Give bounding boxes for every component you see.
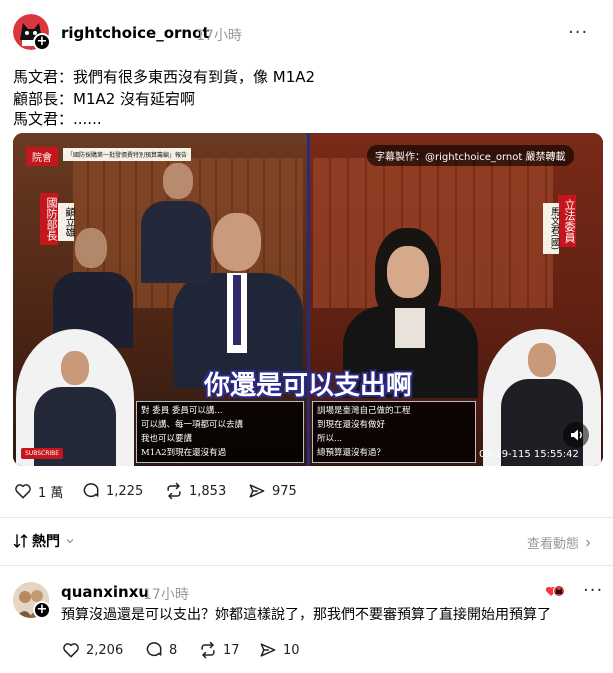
reply-comment-button[interactable]: 8 [144, 640, 177, 660]
caption-right-line: 到現在還沒有做好 [317, 420, 386, 430]
heart-icon [15, 484, 31, 499]
share-count: 975 [272, 483, 297, 499]
comment-icon [146, 642, 162, 657]
repost-button[interactable]: 1,853 [164, 481, 226, 501]
heart-icon [63, 643, 79, 658]
repost-icon [167, 482, 181, 500]
reply-comment-count: 8 [169, 642, 178, 658]
repost-icon [201, 641, 215, 659]
speaker-right-name: 馬文君(國) [543, 203, 559, 255]
video-split-line [307, 133, 310, 466]
video-timestamp: 05-19-115 15:55:42 [479, 449, 579, 460]
comment-count: 1,225 [106, 483, 144, 499]
subscribe-badge: SUBSCRIBE [21, 448, 64, 459]
speaker-left-title: 國防部長 [40, 193, 58, 245]
like-count: 1 萬 [38, 485, 64, 501]
mute-button[interactable] [563, 422, 589, 448]
sort-icon [13, 534, 28, 548]
reply-share-count: 10 [283, 642, 300, 658]
reply-username[interactable]: quanxinxu [61, 583, 149, 601]
caption-box-left: 對 委員 委員可以講... 可以講、每一項都可以去講 我也可以要講 M1A2到現… [136, 401, 304, 463]
speaker-left-name: 顧立雄 [58, 203, 74, 241]
post-time[interactable]: 17小時 [196, 25, 242, 45]
reply-share-button[interactable]: 10 [258, 640, 300, 660]
follow-plus-icon[interactable]: + [33, 601, 51, 619]
caption-left-line: 對 委員 委員可以講... [141, 406, 223, 416]
view-activity-link[interactable]: 查看動態 [527, 533, 594, 552]
send-icon [260, 643, 276, 657]
video-subtitle: 你還是可以支出啊 [203, 371, 412, 401]
share-button[interactable]: 975 [247, 481, 297, 501]
caption-box-right: 訓場是臺灣自己做的工程 到現在還沒有做好 所以... 總預算還沒有過？ [312, 401, 476, 463]
comment-button[interactable]: 1,225 [81, 481, 143, 501]
sort-dropdown[interactable]: 熱門 [13, 531, 76, 551]
author-liked-badge [545, 583, 565, 597]
repost-count: 1,853 [189, 483, 227, 499]
caption-left-line: M1A2到現在還沒有過 [141, 448, 227, 458]
send-icon [249, 484, 265, 498]
liked-heart-icon [545, 585, 565, 597]
background-person [141, 163, 211, 283]
view-activity-label: 查看動態 [527, 537, 580, 552]
session-tag: 院會 [26, 147, 58, 166]
post-text-line-2: 顧部長：M1A2 沒有延宕啊 [13, 90, 196, 108]
watermark: 字幕製作：@rightchoice_ornot 嚴禁轉載 [367, 145, 574, 166]
speaker-icon [571, 429, 582, 441]
reply-repost-count: 17 [223, 642, 240, 658]
post-text-line-1: 馬文君：我們有很多東西沒有到貨，像 M1A2 [13, 68, 316, 86]
caption-right-line: 訓場是臺灣自己做的工程 [317, 406, 411, 416]
chevron-down-icon [66, 539, 74, 544]
reply-like-count: 2,206 [86, 642, 124, 658]
reply-text: 預算沒過還是可以支出？妳都這樣說了，那我們不要審預算了直接開始用預算了 [61, 607, 551, 623]
more-options-icon[interactable]: ··· [568, 22, 588, 43]
comment-icon [83, 483, 99, 498]
sort-label: 熱門 [32, 534, 60, 550]
follow-plus-icon[interactable]: + [33, 33, 51, 51]
reply-time[interactable]: 17小時 [143, 584, 189, 604]
post-username[interactable]: rightchoice_ornot [61, 24, 210, 42]
divider [0, 565, 613, 566]
caption-left-line: 可以講、每一項都可以去講 [141, 420, 244, 430]
caption-right-line: 總預算還沒有過？ [317, 448, 386, 458]
caption-right-line: 所以... [317, 434, 343, 444]
post-video[interactable]: 院會 「國防採購第一批發價費特別預算籌編」報告 字幕製作：@rightchoic… [13, 133, 603, 466]
like-button[interactable]: 1 萬 [13, 481, 63, 501]
chevron-right-icon [586, 539, 591, 546]
post-text-line-3: 馬文君：...... [13, 110, 102, 128]
reply-repost-button[interactable]: 17 [198, 640, 240, 660]
speaker-right-title: 立法委員 [558, 195, 576, 247]
reply-like-button[interactable]: 2,206 [61, 640, 123, 660]
reply-more-options-icon[interactable]: ··· [583, 580, 603, 601]
topic-banner: 「國防採購第一批發價費特別預算籌編」報告 [63, 148, 192, 161]
caption-left-line: 我也可以要講 [141, 434, 193, 444]
divider [0, 517, 613, 518]
